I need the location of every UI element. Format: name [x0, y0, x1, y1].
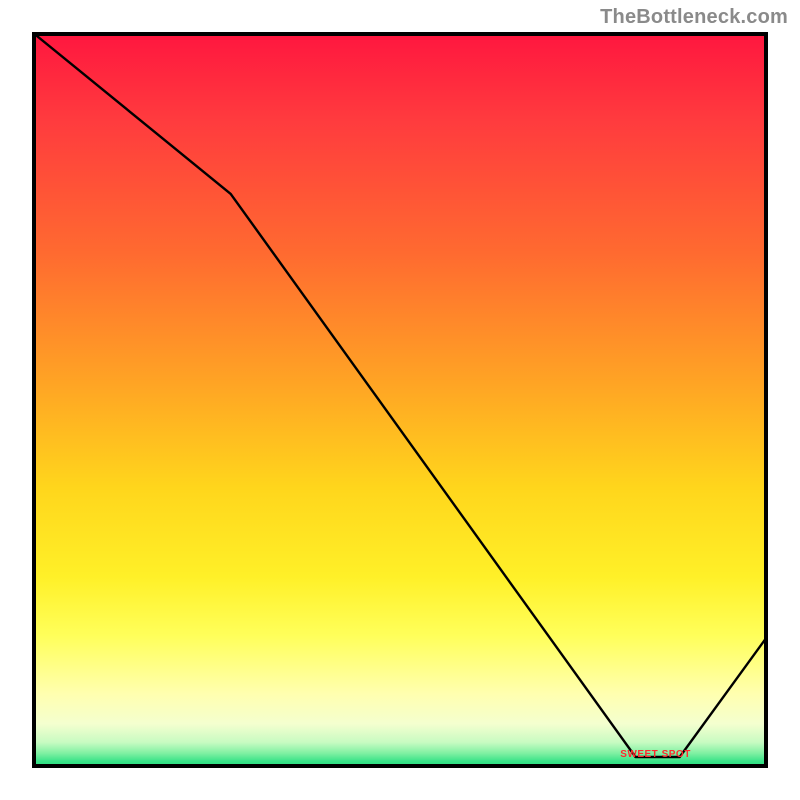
bottleneck-curve: [32, 32, 768, 757]
plot-area: SWEET SPOT: [32, 32, 768, 768]
attribution-text: TheBottleneck.com: [600, 6, 788, 29]
line-chart-svg: [32, 32, 768, 768]
sweet-spot-label: SWEET SPOT: [620, 749, 691, 760]
chart-canvas: TheBottleneck.com SWEET SPOT: [0, 0, 800, 800]
